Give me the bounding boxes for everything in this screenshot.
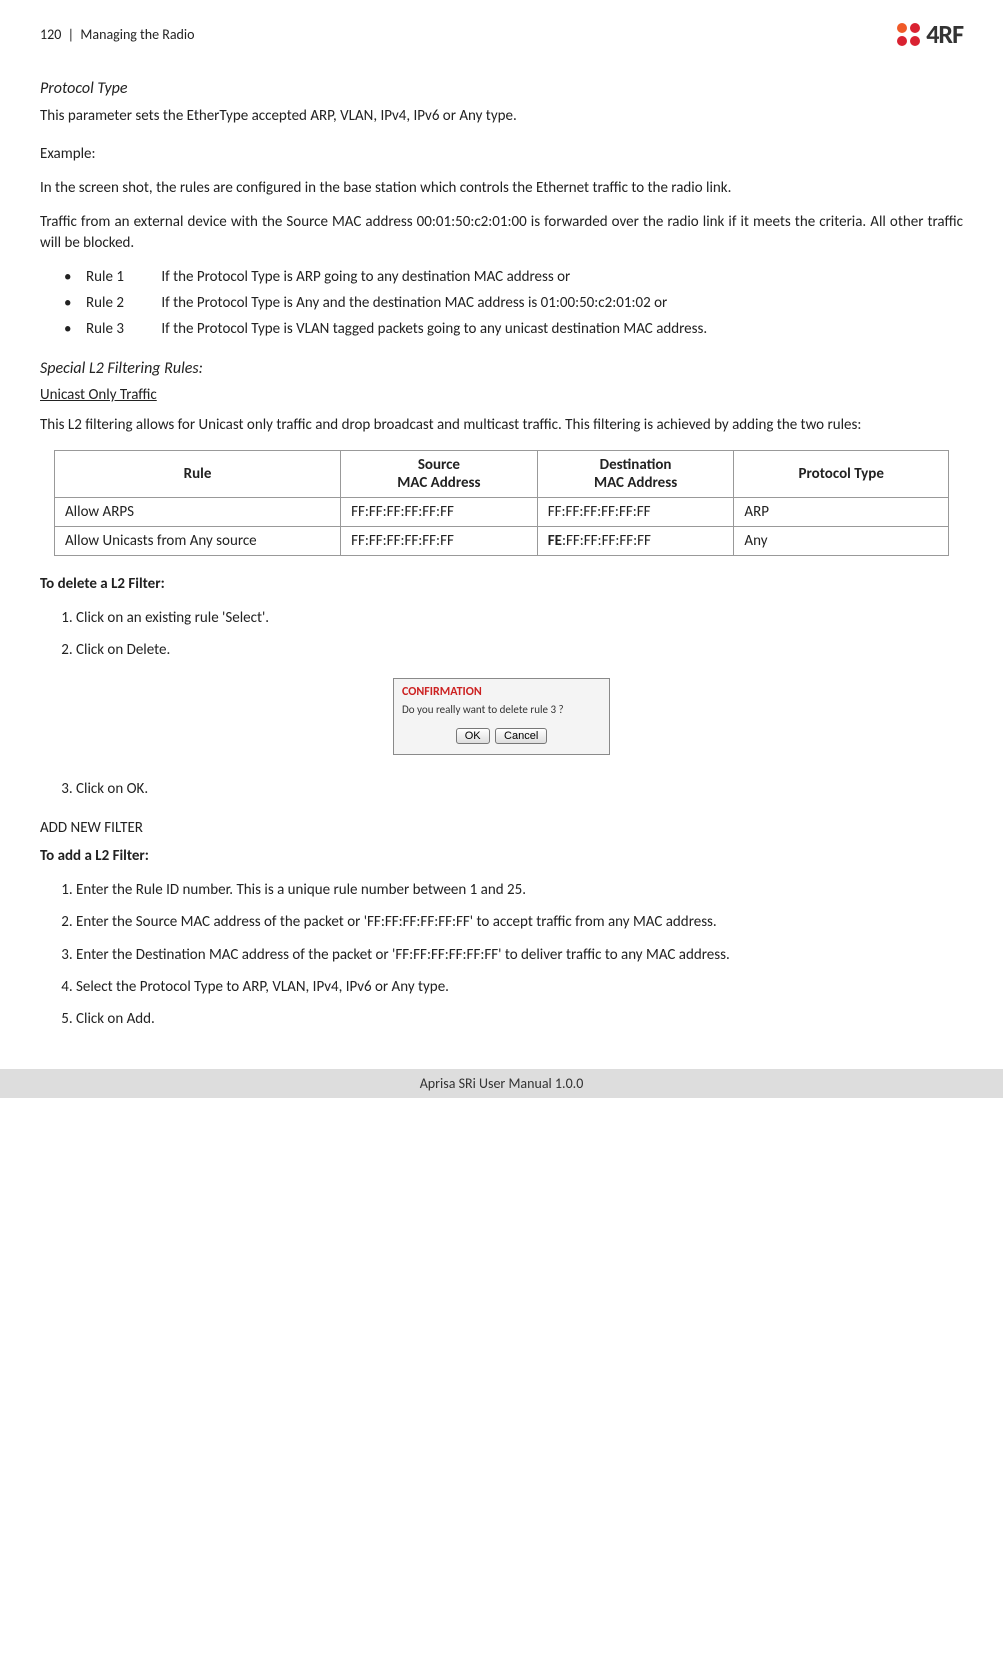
list-item: Click on Add.	[76, 1009, 963, 1029]
th-source: SourceMAC Address	[341, 450, 538, 497]
cell-proto: ARP	[734, 497, 949, 526]
add-heading: ADD NEW FILTER	[40, 818, 963, 838]
example-heading: Example:	[40, 144, 963, 164]
rule-label: Rule 3	[86, 319, 158, 339]
list-item: Rule 3 If the Protocol Type is VLAN tagg…	[64, 319, 963, 339]
delete-steps-cont: Click on OK.	[40, 779, 963, 799]
ok-button[interactable]: OK	[456, 728, 490, 744]
cancel-button[interactable]: Cancel	[495, 728, 547, 744]
delete-steps: Click on an existing rule 'Select'. Clic…	[40, 608, 963, 661]
protocol-type-heading: Protocol Type	[40, 78, 963, 100]
list-item: Click on Delete.	[76, 640, 963, 660]
cell-dst: FE:FF:FF:FF:FF:FF	[537, 526, 734, 555]
cell-rule: Allow ARPS	[55, 497, 341, 526]
cell-proto: Any	[734, 526, 949, 555]
special-heading: Special L2 Filtering Rules:	[40, 358, 963, 380]
unicast-heading: Unicast Only Traffic	[40, 385, 963, 405]
table-row: Allow ARPS FF:FF:FF:FF:FF:FF FF:FF:FF:FF…	[55, 497, 949, 526]
example-p1: In the screen shot, the rules are config…	[40, 178, 963, 198]
add-sub: To add a L2 Filter:	[40, 846, 963, 866]
list-item: Rule 1 If the Protocol Type is ARP going…	[64, 267, 963, 287]
logo-text: 4RF	[926, 18, 963, 50]
dialog-body: Do you really want to delete rule 3 ?	[394, 701, 609, 724]
list-item: Enter the Source MAC address of the pack…	[76, 912, 963, 932]
list-item: Enter the Rule ID number. This is a uniq…	[76, 880, 963, 900]
l2-rules-table: Rule SourceMAC Address DestinationMAC Ad…	[54, 450, 949, 556]
th-proto: Protocol Type	[734, 450, 949, 497]
cell-src: FF:FF:FF:FF:FF:FF	[341, 497, 538, 526]
list-item: Enter the Destination MAC address of the…	[76, 945, 963, 965]
cell-src: FF:FF:FF:FF:FF:FF	[341, 526, 538, 555]
list-item: Click on OK.	[76, 779, 963, 799]
example-p2: Traffic from an external device with the…	[40, 212, 963, 253]
header-text: 120 | Managing the Radio	[40, 26, 195, 43]
th-rule: Rule	[55, 450, 341, 497]
logo-dots-icon	[897, 23, 920, 46]
rule-text: If the Protocol Type is Any and the dest…	[161, 294, 667, 312]
list-item: Rule 2 If the Protocol Type is Any and t…	[64, 293, 963, 313]
add-steps: Enter the Rule ID number. This is a uniq…	[40, 880, 963, 1029]
section-title: Managing the Radio	[80, 26, 194, 43]
rule-label: Rule 1	[86, 267, 158, 287]
brand-logo: 4RF	[897, 18, 963, 50]
cell-rule: Allow Unicasts from Any source	[55, 526, 341, 555]
page-footer: Aprisa SRi User Manual 1.0.0	[0, 1069, 1003, 1098]
th-dest: DestinationMAC Address	[537, 450, 734, 497]
rule-label: Rule 2	[86, 293, 158, 313]
list-item: Select the Protocol Type to ARP, VLAN, I…	[76, 977, 963, 997]
example-rules-list: Rule 1 If the Protocol Type is ARP going…	[64, 267, 963, 340]
rule-text: If the Protocol Type is ARP going to any…	[161, 268, 570, 286]
rule-text: If the Protocol Type is VLAN tagged pack…	[161, 320, 707, 338]
confirmation-dialog: CONFIRMATION Do you really want to delet…	[393, 678, 610, 755]
protocol-type-text: This parameter sets the EtherType accept…	[40, 106, 963, 126]
list-item: Click on an existing rule 'Select'.	[76, 608, 963, 628]
dialog-title: CONFIRMATION	[394, 679, 609, 701]
table-row: Allow Unicasts from Any source FF:FF:FF:…	[55, 526, 949, 555]
delete-heading: To delete a L2 Filter:	[40, 574, 963, 594]
cell-dst: FF:FF:FF:FF:FF:FF	[537, 497, 734, 526]
special-text: This L2 filtering allows for Unicast onl…	[40, 415, 963, 435]
page-number: 120	[40, 26, 61, 43]
page-header: 120 | Managing the Radio 4RF	[40, 18, 963, 50]
